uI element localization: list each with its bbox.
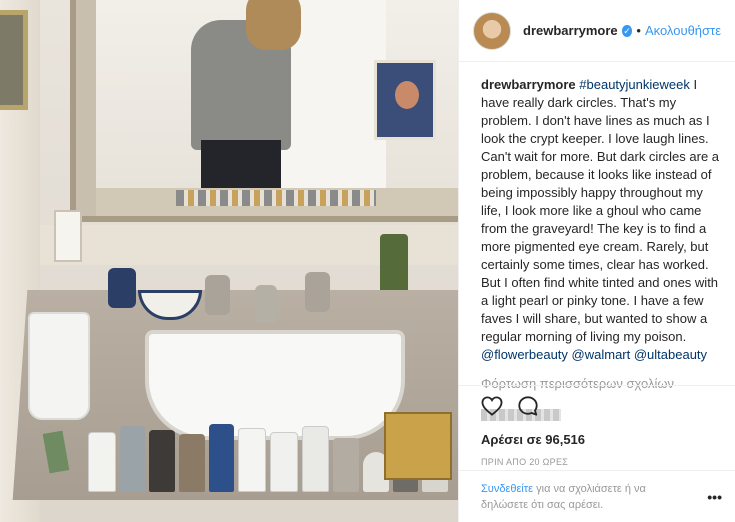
instagram-post: drewbarrymore ✓ • Ακολουθήστε drewbarrym… [0, 0, 735, 522]
photo-mirror [96, 0, 458, 216]
photo-poster-face [395, 81, 419, 109]
photo-soap-bottle [380, 234, 408, 294]
photo-product [238, 428, 267, 492]
post-caption: drewbarrymore #beautyjunkieweek I have r… [481, 76, 721, 364]
caption-mention-flowerbeauty[interactable]: @flowerbeauty [481, 347, 568, 362]
caption-mention-ultabeauty[interactable]: @ultabeauty [634, 347, 707, 362]
verified-badge-icon: ✓ [621, 24, 633, 37]
photo-gift-box [384, 412, 452, 480]
comment-icon[interactable] [517, 395, 539, 422]
post-header: drewbarrymore ✓ • Ακολουθήστε [459, 0, 735, 62]
login-text: Συνδεθείτε για να σχολιάσετε ή να δηλώσε… [481, 481, 691, 513]
photo-tap-left [205, 275, 230, 315]
photo-mirror-bottles [176, 190, 376, 206]
photo-picture-frame [0, 10, 28, 110]
caption-username[interactable]: drewbarrymore [481, 77, 576, 92]
photo-faucet [255, 285, 277, 323]
caption-hashtag[interactable]: #beautyjunkieweek [579, 77, 690, 92]
photo-product [119, 426, 146, 492]
login-prompt: Συνδεθείτε για να σχολιάσετε ή να δηλώσε… [459, 470, 735, 513]
photo-poster [374, 60, 436, 140]
more-options-icon[interactable]: ••• [707, 489, 722, 513]
photo-product [270, 432, 298, 492]
likes-count[interactable]: Αρέσει σε 96,516 [481, 432, 722, 447]
photo-product [179, 434, 205, 492]
photo-product [149, 430, 176, 492]
caption-text: I have really dark circles. That's my pr… [481, 77, 720, 344]
header-separator: • [636, 23, 641, 38]
photo-blue-jar [108, 268, 136, 308]
avatar[interactable] [473, 11, 511, 50]
follow-button[interactable]: Ακολουθήστε [645, 23, 721, 38]
header-username[interactable]: drewbarrymore [523, 23, 618, 38]
photo-person-hair [246, 0, 301, 50]
photo-product [333, 438, 360, 492]
action-icons-row [481, 395, 722, 422]
photo-cup [28, 312, 90, 420]
heart-icon[interactable] [481, 395, 503, 421]
photo-product [88, 432, 116, 492]
photo-tap-right [305, 272, 330, 312]
photo-outlet-plate [54, 210, 82, 262]
caption-mention-walmart[interactable]: @walmart [572, 347, 631, 362]
login-link[interactable]: Συνδεθείτε [481, 483, 533, 495]
post-timestamp[interactable]: ΠΡΙΝ ΑΠΟ 20 ΩΡΕΣ [481, 457, 722, 467]
photo-product [208, 424, 235, 492]
comments-section: drewbarrymore #beautyjunkieweek I have r… [459, 62, 735, 421]
photo-product [301, 426, 330, 492]
post-photo[interactable] [0, 0, 458, 522]
post-side-panel: drewbarrymore ✓ • Ακολουθήστε drewbarrym… [458, 0, 735, 522]
